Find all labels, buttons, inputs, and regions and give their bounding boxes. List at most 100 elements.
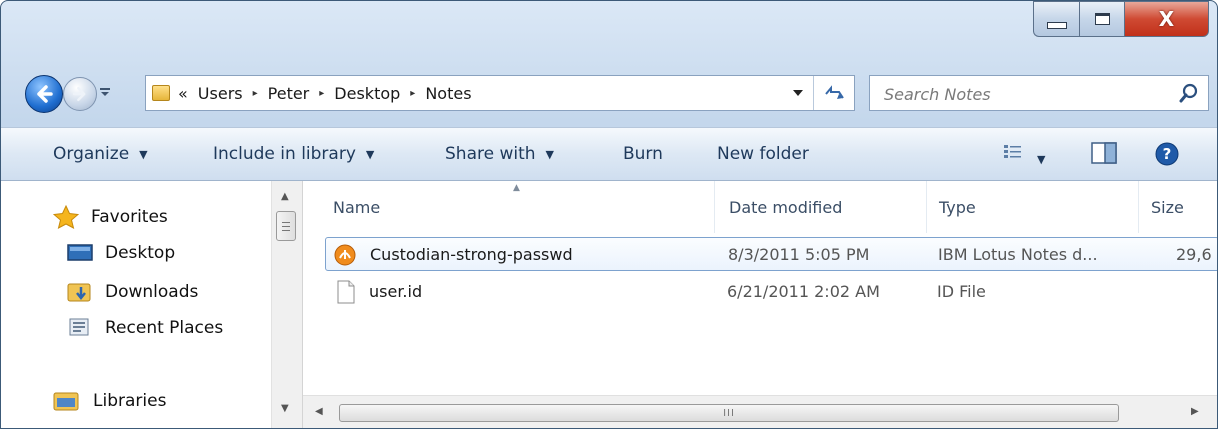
- explorer-window: X « Users ▸ Peter ▸ Desktop ▸ Notes Sear…: [0, 0, 1218, 429]
- organize-label: Organize: [53, 144, 130, 164]
- column-header-date-modified[interactable]: Date modified: [715, 181, 927, 233]
- svg-text:?: ?: [1163, 145, 1172, 163]
- breadcrumb-notes[interactable]: Notes: [425, 84, 471, 103]
- file-list-scrollbar[interactable]: ◀ III ▶: [303, 395, 1217, 428]
- view-details-icon: [1004, 145, 1021, 158]
- search-box: [869, 75, 1209, 112]
- scrollbar-thumb[interactable]: [276, 211, 296, 241]
- file-list: Name ▲ Date modified Type Size Custodian…: [303, 181, 1217, 428]
- folder-icon: [152, 85, 170, 101]
- file-name: Custodian-strong-passwd: [370, 245, 573, 264]
- view-options-dropdown[interactable]: ▼: [1037, 148, 1045, 167]
- maximize-button[interactable]: [1079, 1, 1125, 37]
- scroll-right-icon[interactable]: ▶: [1191, 406, 1199, 417]
- breadcrumb-separator-icon[interactable]: ▸: [319, 88, 324, 99]
- breadcrumb-peter[interactable]: Peter: [268, 84, 310, 103]
- chevron-down-icon: [100, 88, 110, 96]
- file-type: ID File: [937, 282, 986, 301]
- sort-ascending-icon: ▲: [513, 183, 520, 193]
- forward-arrow-icon: [72, 86, 86, 102]
- include-in-library-label: Include in library: [213, 144, 356, 164]
- burn-button[interactable]: Burn: [623, 144, 663, 164]
- breadcrumb: « Users ▸ Peter ▸ Desktop ▸ Notes: [178, 84, 472, 103]
- new-folder-button[interactable]: New folder: [717, 144, 809, 164]
- nav-label-downloads: Downloads: [105, 282, 199, 302]
- recent-pages-dropdown[interactable]: [99, 85, 111, 99]
- recent-places-icon: [69, 318, 89, 336]
- command-bar: Organize ▼ Include in library ▼ Share wi…: [1, 127, 1217, 181]
- scroll-left-icon[interactable]: ◀: [315, 406, 323, 417]
- column-header-name[interactable]: Name ▲: [303, 181, 715, 233]
- forward-button[interactable]: [63, 77, 97, 111]
- column-header-size[interactable]: Size: [1139, 181, 1217, 233]
- breadcrumb-desktop[interactable]: Desktop: [334, 84, 400, 103]
- preview-pane-icon: [1091, 142, 1117, 164]
- include-in-library-button[interactable]: Include in library ▼: [213, 144, 374, 164]
- chevron-down-icon: ▼: [1037, 153, 1046, 166]
- column-header-type[interactable]: Type: [927, 181, 1139, 233]
- nav-label-recent-places: Recent Places: [105, 318, 224, 338]
- close-icon: X: [1158, 7, 1175, 31]
- breadcrumb-overflow[interactable]: «: [178, 84, 188, 103]
- downloads-folder-icon: [67, 283, 91, 302]
- nav-label-libraries: Libraries: [93, 391, 167, 411]
- change-view-button[interactable]: [1003, 142, 1023, 166]
- back-button[interactable]: [25, 75, 63, 113]
- organize-button[interactable]: Organize ▼: [53, 144, 148, 164]
- new-folder-label: New folder: [717, 144, 809, 164]
- scroll-down-icon[interactable]: ▼: [281, 403, 289, 414]
- navigation-bar: « Users ▸ Peter ▸ Desktop ▸ Notes: [1, 67, 1217, 119]
- chevron-down-icon: ▼: [139, 147, 148, 161]
- scrollbar-grip: III: [723, 407, 735, 419]
- chevron-down-icon: [793, 90, 803, 96]
- desktop-icon: [67, 244, 93, 261]
- search-input[interactable]: [870, 76, 1176, 112]
- column-type-label: Type: [939, 197, 976, 217]
- star-icon: [53, 205, 79, 229]
- address-bar[interactable]: « Users ▸ Peter ▸ Desktop ▸ Notes: [145, 75, 855, 111]
- scroll-up-icon[interactable]: ▲: [281, 191, 289, 202]
- search-icon[interactable]: [1178, 82, 1200, 104]
- file-name: user.id: [369, 282, 423, 301]
- share-with-button[interactable]: Share with ▼: [445, 144, 554, 164]
- nav-item-libraries[interactable]: Libraries: [53, 389, 166, 413]
- file-type: IBM Lotus Notes d...: [938, 245, 1098, 264]
- close-button[interactable]: X: [1125, 1, 1209, 37]
- chevron-down-icon: ▼: [365, 147, 375, 161]
- nav-label-favorites: Favorites: [91, 207, 168, 227]
- minimize-icon: [1046, 21, 1067, 29]
- breadcrumb-separator-icon[interactable]: ▸: [410, 88, 415, 99]
- column-date-label: Date modified: [729, 197, 843, 217]
- navigation-scrollbar[interactable]: ▲ ▼: [271, 181, 303, 428]
- help-button[interactable]: ?: [1155, 142, 1179, 170]
- navigation-pane: Favorites Desktop Downloads Recent Place…: [1, 181, 271, 428]
- table-row[interactable]: Custodian-strong-passwd 8/3/2011 5:05 PM…: [325, 237, 1217, 271]
- content-area: Favorites Desktop Downloads Recent Place…: [1, 181, 1217, 428]
- preview-pane-button[interactable]: [1091, 142, 1117, 168]
- caption-buttons: X: [1033, 1, 1209, 37]
- breadcrumb-users[interactable]: Users: [198, 84, 243, 103]
- minimize-button[interactable]: [1033, 1, 1079, 37]
- nav-item-favorites[interactable]: Favorites: [53, 205, 168, 229]
- file-date: 8/3/2011 5:05 PM: [728, 245, 870, 264]
- nav-item-recent-places[interactable]: Recent Places: [67, 317, 223, 339]
- scrollbar-thumb[interactable]: III: [339, 404, 1119, 422]
- burn-label: Burn: [623, 144, 663, 164]
- nav-item-downloads[interactable]: Downloads: [67, 281, 198, 303]
- file-icon: [337, 280, 355, 304]
- file-date: 6/21/2011 2:02 AM: [727, 282, 880, 301]
- nav-label-desktop: Desktop: [105, 243, 176, 263]
- back-arrow-icon: [37, 85, 53, 103]
- chevron-down-icon: ▼: [545, 147, 554, 161]
- address-dropdown-button[interactable]: [786, 76, 810, 110]
- nav-item-desktop[interactable]: Desktop: [67, 243, 175, 263]
- file-size: 29,6: [1176, 245, 1212, 264]
- column-name-label: Name: [333, 197, 381, 217]
- libraries-icon: [53, 392, 79, 411]
- refresh-icon: [825, 85, 844, 99]
- table-row[interactable]: user.id 6/21/2011 2:02 AM ID File: [325, 275, 1217, 309]
- refresh-button[interactable]: [813, 76, 854, 110]
- breadcrumb-separator-icon[interactable]: ▸: [253, 88, 258, 99]
- share-with-label: Share with: [445, 144, 536, 164]
- lotus-notes-icon: [334, 244, 356, 266]
